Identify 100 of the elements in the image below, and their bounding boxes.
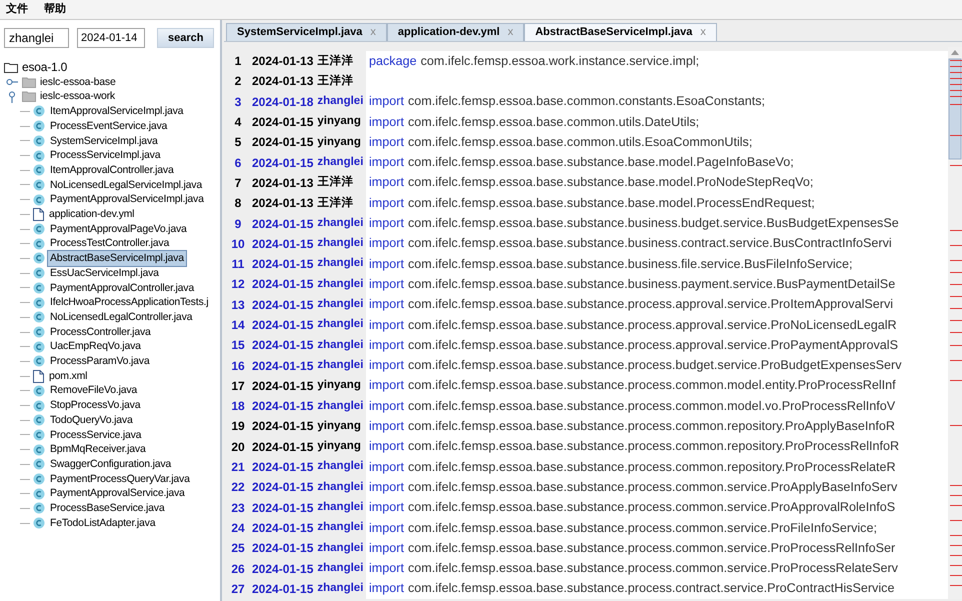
code-text: com.ifelc.femsp.essoa.base.substance.process.common.repository.ProProcessRelateR	[408, 458, 896, 476]
tree-item[interactable]: EssUacServiceImpl.java	[48, 266, 161, 281]
tree-item[interactable]: NoLicensedLegalController.java	[48, 310, 194, 325]
tree-item[interactable]: ieslc-essoa-work	[40, 89, 115, 104]
blame-author: zhanglei	[317, 500, 364, 516]
blame-author: yinyang	[317, 418, 361, 434]
code-text: com.ifelc.femsp.essoa.base.substance.base.model.ProNodeStepReqVo;	[408, 174, 814, 192]
tree-item[interactable]: ProcessServiceImpl.java	[48, 148, 162, 163]
blame-author: zhanglei	[317, 216, 364, 231]
line-number: 16	[230, 358, 246, 375]
editor-tab[interactable]: application-dev.yml x	[386, 23, 524, 41]
expanded-handle-icon[interactable]	[6, 90, 18, 103]
folder-icon	[22, 91, 36, 102]
tree-item[interactable]: UacEmpReqVo.java	[48, 339, 143, 354]
search-button[interactable]: search	[157, 28, 214, 48]
class-file-icon	[33, 134, 45, 147]
tree-item[interactable]: ItemApprovalController.java	[48, 162, 176, 178]
code-keyword: import	[369, 458, 404, 476]
tree-item[interactable]: RemoveFileVo.java	[48, 383, 140, 398]
tree-item[interactable]: ProcessBaseService.java	[48, 501, 166, 516]
tree-item[interactable]: TodoQueryVo.java	[48, 412, 135, 428]
blame-author: zhanglei	[317, 317, 364, 332]
blame-date: 2024-01-15	[252, 500, 314, 517]
tree-item[interactable]: ProcessService.java	[48, 428, 144, 442]
code-keyword: import	[369, 357, 404, 374]
code-keyword: import	[369, 316, 404, 334]
code-text: com.ifelc.femsp.essoa.base.substance.process.budget.service.ProBudgetExpensesServ	[408, 357, 902, 374]
author-field[interactable]: zhanglei	[4, 28, 69, 48]
blame-date: 2024-01-13	[252, 73, 314, 90]
tree-item[interactable]: ProcessTestController.java	[48, 236, 172, 252]
code-text: com.ifelc.femsp.essoa.base.substance.business.budget.service.BusBudgetExpensesSe	[408, 215, 899, 232]
blame-date: 2024-01-15	[252, 256, 314, 274]
tree-item[interactable]: ieslc-essoa-base	[40, 74, 116, 90]
tree-item[interactable]: ProcessEventService.java	[48, 118, 170, 134]
tree-item[interactable]: PaymentApprovalPageVo.java	[48, 222, 189, 236]
editor-tab[interactable]: AbstractBaseServiceImpl.java x	[524, 23, 717, 41]
blame-date: 2024-01-15	[252, 378, 314, 395]
line-number: 27	[230, 580, 246, 598]
blame-date: 2024-01-15	[252, 296, 314, 314]
date-field[interactable]: 2024-01-14	[77, 28, 145, 48]
code-keyword: import	[369, 499, 404, 516]
class-file-icon	[33, 502, 45, 514]
class-file-icon	[33, 105, 45, 118]
code-keyword: import	[369, 478, 404, 496]
tree-item[interactable]: AbstractBaseServiceImpl.java	[48, 251, 186, 266]
tree-item[interactable]: ProcessController.java	[48, 324, 153, 340]
blame-date: 2024-01-15	[252, 236, 314, 253]
tree-item[interactable]: SwaggerConfiguration.java	[48, 456, 174, 472]
code-text: com.ifelc.femsp.essoa.base.substance.process.common.service.ProFileInfoService;	[408, 520, 877, 537]
code-text: com.ifelc.femsp.essoa.base.substance.process.common.service.ProProcessRelInfoSer	[408, 540, 896, 557]
menu-item[interactable]: 帮助	[44, 1, 66, 18]
code-text: com.ifelc.femsp.essoa.base.substance.process.common.model.entity.ProProcessRelInf	[408, 377, 896, 394]
code-keyword: import	[369, 336, 404, 354]
tree-item[interactable]: IfelcHwoaProcessApplicationTests.j	[48, 295, 210, 310]
tree-item[interactable]: BpmMqReceiver.java	[48, 442, 148, 457]
class-file-icon	[33, 428, 45, 441]
line-number: 15	[230, 337, 246, 354]
code-keyword: import	[369, 114, 404, 131]
tree-item[interactable]: ItemApprovalServiceImpl.java	[48, 104, 186, 119]
class-file-icon	[33, 120, 45, 132]
line-number: 23	[230, 500, 246, 517]
blame-date: 2024-01-18	[252, 94, 314, 111]
folder-icon	[22, 76, 36, 88]
class-file-icon	[33, 444, 45, 456]
menu-item[interactable]: 文件	[6, 1, 28, 18]
line-number: 19	[230, 418, 246, 436]
tree-item[interactable]: PaymentApprovalService.java	[48, 486, 187, 502]
blame-date: 2024-01-15	[252, 580, 314, 598]
tree-item[interactable]: NoLicensedLegalServiceImpl.java	[48, 178, 204, 192]
line-number: 1	[234, 53, 242, 70]
class-file-icon	[33, 311, 45, 324]
blame-date: 2024-01-13	[252, 174, 314, 192]
tree-item[interactable]: ProcessParamVo.java	[48, 354, 152, 369]
tree-item[interactable]: esoa-1.0	[22, 60, 68, 75]
editor-tab[interactable]: SystemServiceImpl.java x	[226, 23, 387, 41]
tree-item[interactable]: PaymentApprovalServiceImpl.java	[48, 192, 206, 208]
blame-date: 2024-01-15	[252, 540, 314, 558]
blame-author: 王洋洋	[317, 174, 354, 190]
tree-item[interactable]: PaymentApprovalController.java	[48, 280, 196, 296]
tree-item[interactable]: pom.xml	[47, 368, 90, 384]
tree-item[interactable]: FeTodoListAdapter.java	[48, 516, 158, 530]
code-keyword: import	[369, 520, 404, 537]
blame-date: 2024-01-13	[252, 53, 314, 70]
line-number: 18	[230, 398, 246, 416]
code-text: com.ifelc.femsp.essoa.base.substance.process.common.repository.ProApplyBaseInfoR	[408, 418, 895, 436]
code-keyword: import	[369, 540, 404, 557]
blame-author: yinyang	[317, 439, 361, 454]
code-text: com.ifelc.femsp.essoa.base.substance.business.file.service.BusFileInfoService;	[408, 256, 852, 273]
line-number: 9	[234, 216, 242, 233]
tree-item[interactable]: PaymentProcessQueryVar.java	[48, 472, 192, 486]
class-file-icon	[33, 414, 45, 426]
code-keyword: import	[369, 560, 404, 578]
tree-item[interactable]: application-dev.yml	[47, 207, 136, 222]
blame-date: 2024-01-15	[252, 358, 314, 375]
code-keyword: import	[369, 154, 404, 172]
tree-item[interactable]: SystemServiceImpl.java	[48, 134, 160, 148]
class-file-icon	[33, 355, 45, 368]
tree-item[interactable]: StopProcessVo.java	[48, 398, 142, 413]
class-file-icon	[33, 384, 45, 397]
blame-author: 王洋洋	[317, 196, 354, 211]
